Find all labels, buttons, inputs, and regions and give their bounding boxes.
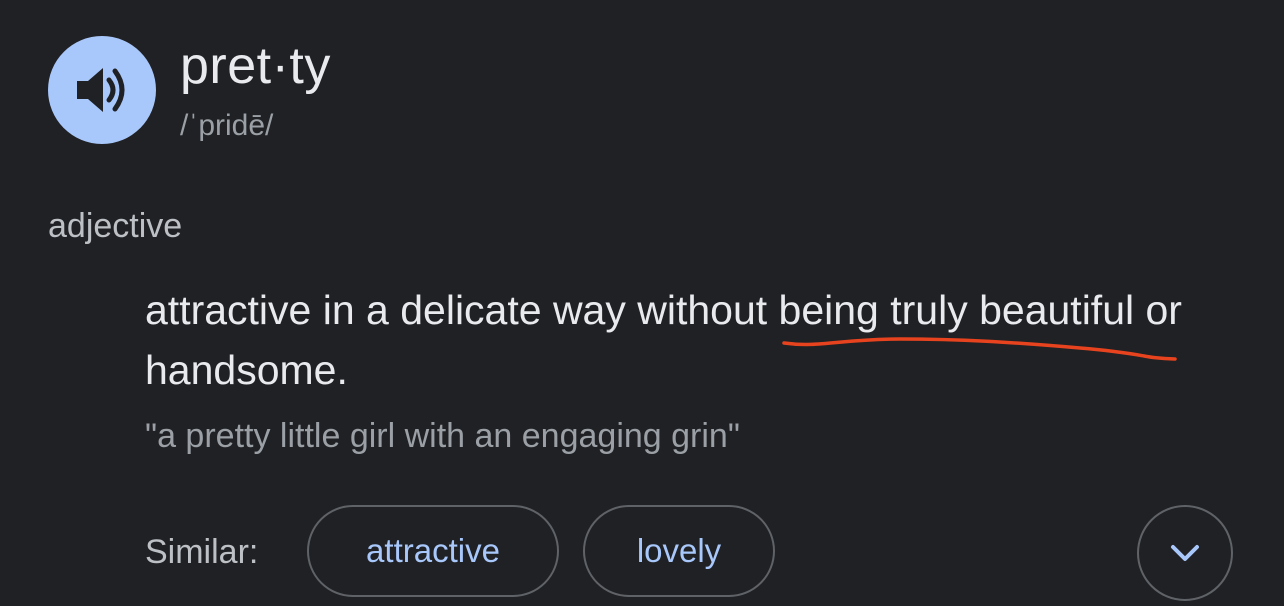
similar-label: Similar: bbox=[145, 533, 259, 571]
similar-chip-attractive[interactable]: attractive bbox=[307, 505, 559, 597]
headword: pret·ty bbox=[180, 37, 331, 95]
chevron-down-icon bbox=[1171, 545, 1199, 561]
example-sentence: "a pretty little girl with an engaging g… bbox=[145, 417, 740, 455]
part-of-speech: adjective bbox=[48, 207, 183, 245]
expand-button[interactable] bbox=[1137, 505, 1233, 601]
dictionary-card: pret·ty /ˈpridē/ adjective attractive in… bbox=[0, 0, 1284, 606]
speaker-icon bbox=[77, 68, 125, 112]
phonetic-spelling: /ˈpridē/ bbox=[180, 109, 274, 142]
definition-text: attractive in a delicate way without bei… bbox=[145, 287, 1182, 393]
similar-chip-lovely[interactable]: lovely bbox=[583, 505, 775, 597]
pronunciation-audio-button[interactable] bbox=[48, 36, 156, 144]
